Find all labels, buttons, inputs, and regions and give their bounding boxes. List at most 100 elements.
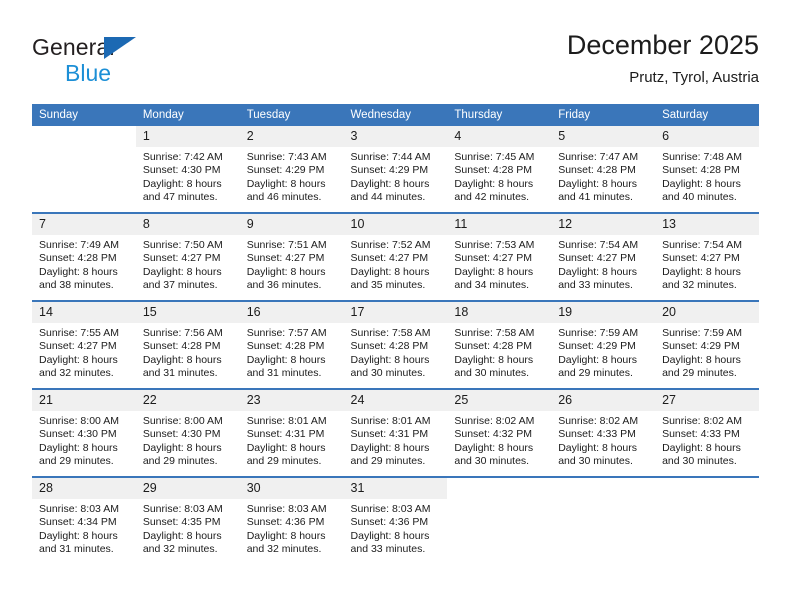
day-cell-inner: 20 Sunrise: 7:59 AM Sunset: 4:29 PM Dayligh… [655, 302, 759, 388]
calendar-day-cell[interactable]: 8 Sunrise: 7:50 AM Sunset: 4:27 PM Daylight… [135, 212, 240, 301]
daylight-text-line2: and 32 minutes. [39, 367, 114, 380]
daylight-text-line2: and 34 minutes. [454, 279, 530, 292]
daylight-text-line2: and 29 minutes. [662, 367, 737, 380]
calendar-day-cell[interactable]: 5 Sunrise: 7:47 AM Sunset: 4:28 PM Daylight… [551, 126, 656, 213]
calendar-day-cell[interactable]: 1 Sunrise: 7:42 AM Sunset: 4:30 PM Daylight… [135, 126, 240, 213]
day-cell-inner: 18 Sunrise: 7:58 AM Sunset: 4:28 PM Dayligh… [447, 302, 552, 388]
calendar-day-cell[interactable]: 13 Sunrise: 7:54 AM Sunset: 4:27 PM Dayligh… [655, 212, 759, 301]
sunrise-text: Sunrise: 7:49 AM [39, 239, 119, 251]
calendar-day-cell[interactable]: 2 Sunrise: 7:43 AM Sunset: 4:29 PM Daylight… [239, 126, 344, 213]
sunrise-text: Sunrise: 8:01 AM [350, 415, 431, 427]
daylight-text-line2: and 40 minutes. [662, 191, 737, 204]
calendar-day-cell[interactable]: 27 Sunrise: 8:02 AM Sunset: 4:33 PM Dayligh… [655, 388, 759, 477]
daylight-text-line2: and 31 minutes. [142, 367, 218, 380]
daylight-text-line1: Daylight: 8 hours [142, 353, 222, 366]
day-cell-inner: 6 Sunrise: 7:48 AM Sunset: 4:28 PM Daylight… [655, 126, 759, 212]
day-number: 30 [239, 478, 344, 499]
day-number: 21 [32, 390, 136, 411]
calendar-day-cell[interactable]: 24 Sunrise: 8:01 AM Sunset: 4:31 PM Dayligh… [343, 388, 448, 477]
page-title: December 2025 [566, 30, 759, 60]
day-sun-info: Sunrise: 7:54 AM Sunset: 4:27 PM Daylight:… [551, 235, 655, 293]
daylight-text-line1: Daylight: 8 hours [350, 265, 430, 278]
calendar-day-cell[interactable]: 29 Sunrise: 8:03 AM Sunset: 4:35 PM Dayligh… [135, 476, 240, 564]
day-cell-inner: 15 Sunrise: 7:56 AM Sunset: 4:28 PM Dayligh… [135, 302, 240, 388]
sunrise-text: Sunrise: 8:03 AM [39, 503, 119, 515]
daylight-text-line2: and 38 minutes. [39, 279, 114, 292]
day-cell-inner: 11 Sunrise: 7:53 AM Sunset: 4:27 PM Dayligh… [447, 214, 552, 300]
day-sun-info: Sunrise: 8:02 AM Sunset: 4:33 PM Daylight:… [551, 411, 655, 469]
calendar-cell-empty [655, 476, 759, 564]
title-block: December 2025 Prutz, Tyrol, Austria [567, 28, 759, 89]
sunset-text: Sunset: 4:28 PM [350, 340, 429, 353]
calendar-day-cell[interactable]: 17 Sunrise: 7:58 AM Sunset: 4:28 PM Dayligh… [343, 300, 448, 389]
calendar-day-cell[interactable]: 18 Sunrise: 7:58 AM Sunset: 4:28 PM Dayligh… [447, 300, 552, 389]
calendar-day-cell[interactable]: 31 Sunrise: 8:03 AM Sunset: 4:36 PM Dayligh… [343, 476, 448, 564]
sunset-text: Sunset: 4:33 PM [662, 428, 740, 441]
day-sun-info: Sunrise: 8:01 AM Sunset: 4:31 PM Daylight:… [344, 411, 448, 469]
page-subtitle-location: Prutz, Tyrol, Austria [629, 69, 759, 86]
day-cell-inner: 26 Sunrise: 8:02 AM Sunset: 4:33 PM Dayligh… [551, 390, 656, 476]
calendar-day-cell[interactable]: 23 Sunrise: 8:01 AM Sunset: 4:31 PM Dayligh… [239, 388, 344, 477]
calendar-day-cell[interactable]: 11 Sunrise: 7:53 AM Sunset: 4:27 PM Dayligh… [447, 212, 552, 301]
day-cell-inner: 5 Sunrise: 7:47 AM Sunset: 4:28 PM Daylight… [551, 126, 656, 212]
weekday-header-thursday: Thursday [447, 104, 552, 126]
sunset-text: Sunset: 4:27 PM [662, 252, 740, 265]
sunrise-text: Sunrise: 7:44 AM [350, 151, 431, 163]
sunrise-text: Sunrise: 7:53 AM [454, 239, 535, 251]
calendar-day-cell[interactable]: 28 Sunrise: 8:03 AM Sunset: 4:34 PM Dayligh… [32, 476, 136, 564]
day-number [32, 126, 136, 147]
day-cell-inner: 2 Sunrise: 7:43 AM Sunset: 4:29 PM Daylight… [239, 126, 344, 212]
daylight-text-line2: and 30 minutes. [454, 367, 530, 380]
calendar-day-cell[interactable]: 14 Sunrise: 7:55 AM Sunset: 4:27 PM Dayligh… [32, 300, 136, 389]
calendar-day-cell[interactable]: 9 Sunrise: 7:51 AM Sunset: 4:27 PM Daylight… [239, 212, 344, 301]
day-cell-inner: 9 Sunrise: 7:51 AM Sunset: 4:27 PM Daylight… [239, 214, 344, 300]
day-sun-info: Sunrise: 7:52 AM Sunset: 4:27 PM Daylight:… [344, 235, 448, 293]
sunset-text: Sunset: 4:28 PM [558, 164, 636, 177]
daylight-text-line2: and 31 minutes. [246, 367, 322, 380]
day-cell-inner: 7 Sunrise: 7:49 AM Sunset: 4:28 PM Daylight… [32, 214, 136, 300]
day-cell-inner: 8 Sunrise: 7:50 AM Sunset: 4:27 PM Daylight… [135, 214, 240, 300]
calendar-day-cell[interactable]: 15 Sunrise: 7:56 AM Sunset: 4:28 PM Dayligh… [135, 300, 240, 389]
sunrise-text: Sunrise: 7:52 AM [350, 239, 431, 251]
sunrise-text: Sunrise: 7:48 AM [662, 151, 743, 163]
sunset-text: Sunset: 4:27 PM [39, 340, 117, 353]
day-cell-inner: 12 Sunrise: 7:54 AM Sunset: 4:27 PM Dayligh… [551, 214, 656, 300]
daylight-text-line1: Daylight: 8 hours [39, 265, 118, 278]
calendar-day-cell[interactable]: 25 Sunrise: 8:02 AM Sunset: 4:32 PM Dayligh… [447, 388, 552, 477]
day-number: 29 [135, 478, 240, 499]
sunrise-text: Sunrise: 8:00 AM [39, 415, 119, 427]
day-cell-inner: 22 Sunrise: 8:00 AM Sunset: 4:30 PM Dayligh… [135, 390, 240, 476]
calendar-day-cell[interactable]: 6 Sunrise: 7:48 AM Sunset: 4:28 PM Daylight… [655, 126, 759, 213]
calendar-day-cell[interactable]: 16 Sunrise: 7:57 AM Sunset: 4:28 PM Dayligh… [239, 300, 344, 389]
daylight-text-line1: Daylight: 8 hours [246, 529, 326, 542]
day-number: 22 [135, 390, 240, 411]
day-sun-info: Sunrise: 8:03 AM Sunset: 4:36 PM Daylight:… [344, 499, 448, 557]
day-sun-info: Sunrise: 8:03 AM Sunset: 4:34 PM Daylight:… [32, 499, 136, 557]
day-cell-inner: 14 Sunrise: 7:55 AM Sunset: 4:27 PM Dayligh… [32, 302, 136, 388]
day-number: 3 [343, 126, 448, 147]
calendar-day-cell[interactable]: 22 Sunrise: 8:00 AM Sunset: 4:30 PM Dayligh… [135, 388, 240, 477]
calendar-day-cell[interactable]: 30 Sunrise: 8:03 AM Sunset: 4:36 PM Dayligh… [239, 476, 344, 564]
calendar-day-cell[interactable]: 10 Sunrise: 7:52 AM Sunset: 4:27 PM Dayligh… [343, 212, 448, 301]
calendar-day-cell[interactable]: 21 Sunrise: 8:00 AM Sunset: 4:30 PM Dayligh… [32, 388, 136, 477]
calendar-day-cell[interactable]: 7 Sunrise: 7:49 AM Sunset: 4:28 PM Daylight… [32, 212, 136, 301]
sunset-text: Sunset: 4:29 PM [662, 340, 740, 353]
calendar-day-cell[interactable]: 19 Sunrise: 7:59 AM Sunset: 4:29 PM Dayligh… [551, 300, 656, 389]
day-cell-inner: 29 Sunrise: 8:03 AM Sunset: 4:35 PM Dayligh… [135, 478, 240, 564]
day-sun-info: Sunrise: 7:58 AM Sunset: 4:28 PM Daylight:… [344, 323, 448, 381]
daylight-text-line1: Daylight: 8 hours [558, 265, 638, 278]
day-cell-inner: 23 Sunrise: 8:01 AM Sunset: 4:31 PM Dayligh… [239, 390, 344, 476]
calendar-day-cell[interactable]: 4 Sunrise: 7:45 AM Sunset: 4:28 PM Daylight… [447, 126, 552, 213]
calendar-day-cell[interactable]: 26 Sunrise: 8:02 AM Sunset: 4:33 PM Dayligh… [551, 388, 656, 477]
day-number: 15 [135, 302, 240, 323]
sunrise-text: Sunrise: 8:02 AM [662, 415, 743, 427]
day-cell-inner: 21 Sunrise: 8:00 AM Sunset: 4:30 PM Dayligh… [32, 390, 136, 476]
calendar-day-cell[interactable]: 12 Sunrise: 7:54 AM Sunset: 4:27 PM Dayligh… [551, 212, 656, 301]
daylight-text-line2: and 36 minutes. [246, 279, 322, 292]
calendar-day-cell[interactable]: 3 Sunrise: 7:44 AM Sunset: 4:29 PM Daylight… [343, 126, 448, 213]
day-number: 19 [551, 302, 656, 323]
sunset-text: Sunset: 4:28 PM [454, 340, 533, 353]
day-number: 16 [239, 302, 344, 323]
day-number: 23 [239, 390, 344, 411]
calendar-day-cell[interactable]: 20 Sunrise: 7:59 AM Sunset: 4:29 PM Dayligh… [655, 300, 759, 389]
